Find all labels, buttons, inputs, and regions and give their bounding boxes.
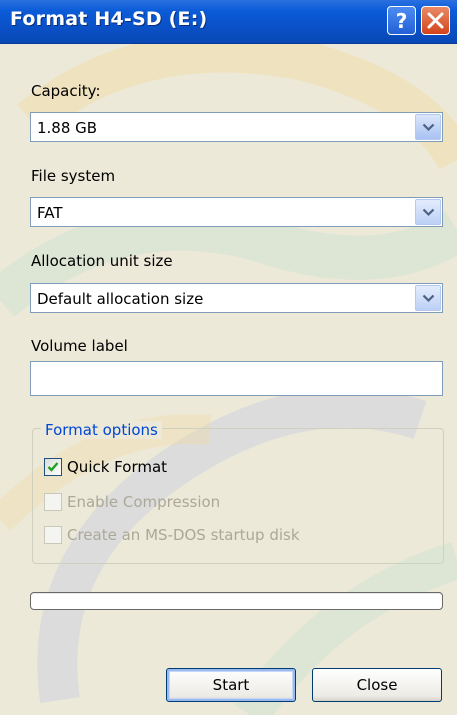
enable-compression-checkbox[interactable] (44, 493, 62, 511)
capacity-label: Capacity: (31, 82, 101, 100)
capacity-dropdown[interactable]: 1.88 GB (30, 112, 443, 142)
allocation-unit-label: Allocation unit size (31, 252, 173, 270)
enable-compression-label: Enable Compression (67, 493, 221, 511)
file-system-dropdown-arrow[interactable] (415, 199, 441, 225)
format-options-title: Format options (41, 421, 162, 439)
volume-label-input[interactable] (30, 361, 443, 396)
quick-format-label: Quick Format (67, 458, 168, 476)
allocation-unit-value: Default allocation size (37, 290, 204, 308)
volume-label-label: Volume label (31, 337, 128, 355)
title-bar[interactable]: Format H4-SD (E:) ? (0, 0, 457, 44)
capacity-dropdown-arrow[interactable] (415, 114, 441, 140)
file-system-value: FAT (37, 204, 63, 222)
help-button[interactable]: ? (387, 6, 416, 35)
allocation-unit-dropdown[interactable]: Default allocation size (30, 283, 443, 313)
question-mark-icon: ? (396, 9, 408, 33)
file-system-label: File system (31, 167, 116, 185)
close-window-button[interactable] (421, 6, 450, 35)
close-x-icon (427, 12, 444, 29)
quick-format-checkbox[interactable] (44, 458, 62, 476)
chevron-down-icon (422, 294, 435, 303)
window-title: Format H4-SD (E:) (10, 8, 208, 30)
start-button[interactable]: Start (166, 668, 296, 702)
msdos-startup-label: Create an MS-DOS startup disk (67, 526, 300, 544)
chevron-down-icon (422, 208, 435, 217)
capacity-value: 1.88 GB (37, 119, 98, 137)
close-button[interactable]: Close (312, 668, 442, 702)
chevron-down-icon (422, 123, 435, 132)
format-progress-bar (30, 592, 443, 610)
file-system-dropdown[interactable]: FAT (30, 197, 443, 227)
allocation-unit-dropdown-arrow[interactable] (415, 285, 441, 311)
checkmark-icon (47, 462, 59, 472)
msdos-startup-checkbox[interactable] (44, 526, 62, 544)
svg-text:?: ? (396, 9, 408, 33)
